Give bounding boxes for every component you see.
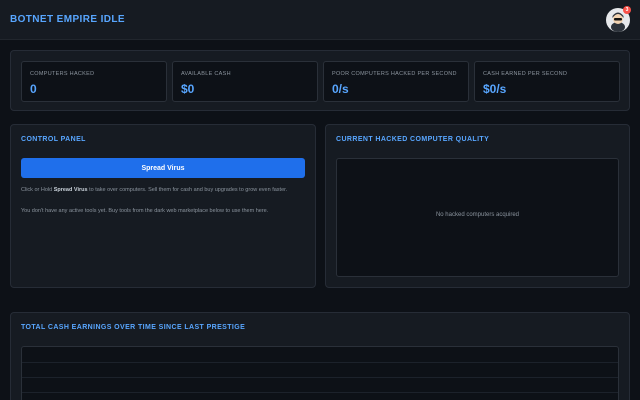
help-text-bold: Spread Virus: [53, 187, 88, 193]
stat-value: $0: [181, 82, 195, 96]
help-text-suffix: to take over computers. Sell them for ca…: [87, 187, 288, 193]
stat-value: 0: [30, 82, 37, 96]
stat-label: COMPUTERS HACKED: [30, 71, 95, 77]
quality-panel: CURRENT HACKED COMPUTER QUALITY No hacke…: [325, 124, 630, 288]
notification-badge: 3: [623, 6, 631, 14]
earnings-chart-area: [21, 346, 619, 400]
chart-gridline: [22, 377, 618, 378]
app-title: BOTNET EMPIRE IDLE: [10, 14, 125, 25]
quality-panel-title: CURRENT HACKED COMPUTER QUALITY: [336, 136, 490, 143]
empty-state-message: No hacked computers acquired: [435, 212, 520, 218]
no-tools-message: You don't have any active tools yet. Buy…: [21, 208, 269, 214]
quality-display: No hacked computers acquired: [336, 158, 619, 277]
stat-value: 0/s: [332, 82, 349, 96]
chart-gridline: [22, 362, 618, 363]
earnings-panel: TOTAL CASH EARNINGS OVER TIME SINCE LAST…: [10, 312, 630, 400]
control-panel-title: CONTROL PANEL: [21, 136, 86, 143]
help-text-prefix: Click or Hold: [21, 187, 54, 193]
earnings-panel-title: TOTAL CASH EARNINGS OVER TIME SINCE LAST…: [21, 324, 246, 331]
stat-cash-rate: CASH EARNED PER SECOND $0/s: [474, 61, 620, 102]
stat-label: POOR COMPUTERS HACKED PER SECOND: [332, 71, 457, 77]
stat-value: $0/s: [483, 82, 507, 96]
top-bar: BOTNET EMPIRE IDLE 3: [0, 0, 640, 40]
stat-label: CASH EARNED PER SECOND: [483, 71, 568, 77]
chart-gridline: [22, 392, 618, 393]
spread-virus-button[interactable]: Spread Virus: [21, 158, 305, 178]
stats-panel: COMPUTERS HACKED 0 AVAILABLE CASH $0 POO…: [10, 50, 630, 111]
stat-label: AVAILABLE CASH: [181, 71, 231, 77]
stat-hack-rate: POOR COMPUTERS HACKED PER SECOND 0/s: [323, 61, 469, 102]
control-panel: CONTROL PANEL Spread Virus Click or Hold…: [10, 124, 316, 288]
help-text: Click or Hold Spread Virus to take over …: [21, 187, 307, 194]
user-avatar-button[interactable]: 3: [606, 6, 631, 32]
stat-computers-hacked: COMPUTERS HACKED 0: [21, 61, 167, 102]
stat-available-cash: AVAILABLE CASH $0: [172, 61, 318, 102]
